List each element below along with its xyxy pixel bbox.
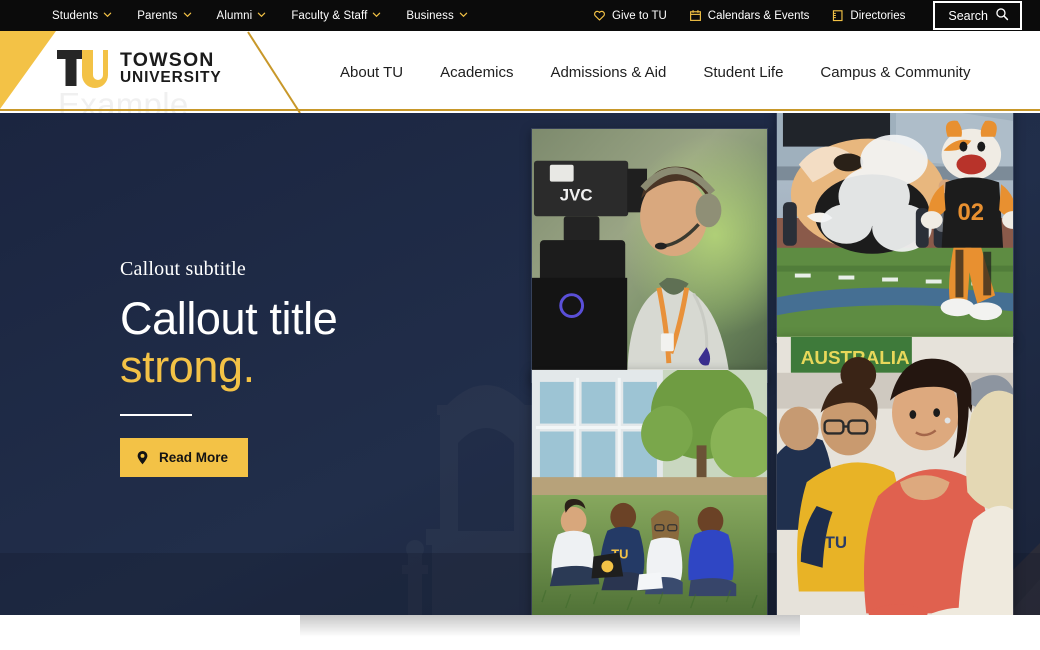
nav-item-academics[interactable]: Academics [440,64,513,81]
svg-text:02: 02 [957,199,983,226]
main-navigation: About TU Academics Admissions & Aid Stud… [340,31,970,113]
audience-menu-faculty-staff[interactable]: Faculty & Staff [291,10,381,22]
read-more-button[interactable]: Read More [120,438,249,478]
photo-students-grass[interactable]: TU [531,369,768,615]
photo-students-writing[interactable]: AUSTRALIA TU [776,336,1014,615]
header-gold-rule [0,109,1040,111]
search-button-label: Search [948,8,988,23]
logo-wordmark: TOWSON UNIVERSITY [120,48,222,87]
nav-item-campus-community[interactable]: Campus & Community [820,64,970,81]
give-to-tu-link[interactable]: Give to TU [593,9,667,22]
chevron-down-icon [257,10,266,19]
audience-menu-business[interactable]: Business [406,9,468,22]
chevron-down-icon [459,10,468,19]
callout-divider [120,414,192,417]
audience-menu-group: Students Parents Alumni Faculty & Staff [52,10,468,22]
callout-title: Callout title strong. [120,295,480,390]
tu-monogram-icon [57,50,108,88]
logo-line-1: TOWSON [120,48,215,71]
directories-link[interactable]: Directories [831,9,905,22]
site-header: TOWSON UNIVERSITY Example About TU Acade… [0,31,1040,113]
page-body-area [0,615,1040,650]
audience-menu-parents[interactable]: Parents [137,10,191,22]
read-more-label: Read More [159,450,229,466]
svg-text:TU: TU [825,533,847,552]
audience-menu-students-label: Students [52,9,99,22]
site-logo[interactable]: TOWSON UNIVERSITY [56,48,222,88]
calendar-icon [689,9,702,22]
search-button[interactable]: Search [933,1,1022,30]
book-icon [831,9,844,22]
chevron-down-icon [372,10,381,19]
audience-menu-alumni-label: Alumni [216,9,253,22]
directories-label: Directories [850,9,906,22]
callout-title-strong: strong. [120,340,255,392]
chevron-down-icon [103,10,112,19]
utility-bar: Students Parents Alumni Faculty & Staff [0,0,1040,31]
nav-item-student-life[interactable]: Student Life [703,64,783,81]
page-root: Students Parents Alumni Faculty & Staff [0,0,1040,650]
calendars-events-link[interactable]: Calendars & Events [689,9,810,22]
callout-subtitle: Callout subtitle [120,258,246,280]
gold-wedge-decoration [0,31,56,109]
logo-line-2: UNIVERSITY [120,69,222,87]
heart-icon [593,9,606,22]
audience-menu-parents-label: Parents [137,9,178,22]
map-pin-icon [135,450,150,465]
audience-menu-alumni[interactable]: Alumni [217,10,267,22]
audience-menu-business-label: Business [406,9,454,22]
nav-item-admissions-aid[interactable]: Admissions & Aid [550,64,666,81]
callout-title-text: Callout title [120,293,338,344]
audience-menu-faculty-staff-label: Faculty & Staff [291,9,368,22]
nav-item-about-tu[interactable]: About TU [340,64,403,81]
utility-quick-links: Give to TU Calendars & Events Directorie… [593,0,1040,31]
hero-callout: Callout subtitle Callout title strong. R… [120,258,480,478]
svg-text:JVC: JVC [560,185,593,204]
search-icon [995,7,1009,24]
hero-section: Callout subtitle Callout title strong. R… [0,113,1040,615]
calendars-events-label: Calendars & Events [707,9,810,22]
photo-mascot[interactable]: 02 [776,113,1014,343]
audience-menu-students[interactable]: Students [52,10,112,22]
chevron-down-icon [183,10,192,19]
give-to-tu-label: Give to TU [612,9,667,22]
photo-camera-student[interactable]: JVC [531,128,768,383]
